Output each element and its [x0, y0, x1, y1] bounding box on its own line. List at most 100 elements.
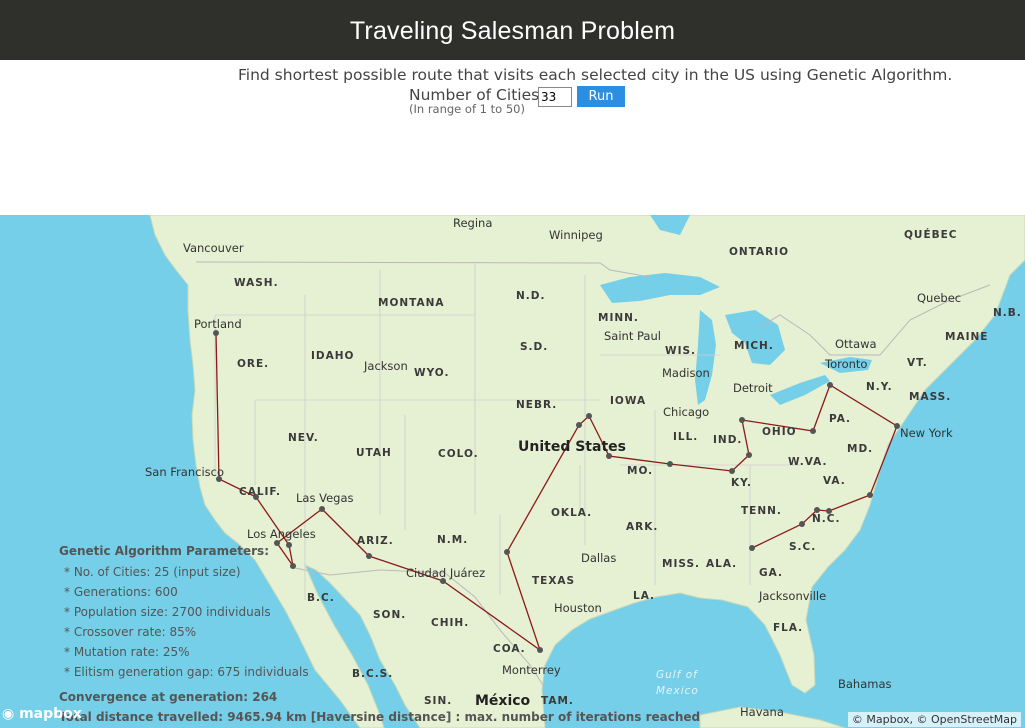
- map-label-ohio: OHIO: [762, 426, 797, 438]
- map-label-colo: COLO.: [438, 448, 479, 460]
- map-label-bcs: B.C.S.: [352, 668, 394, 680]
- city-node: [537, 647, 543, 653]
- map-label-mexico: México: [475, 693, 531, 709]
- map-label-dallas: Dallas: [581, 551, 617, 565]
- city-node: [504, 549, 510, 555]
- map-label-chicago: Chicago: [663, 405, 710, 419]
- map-label-jackson: Jackson: [364, 359, 408, 373]
- map-label-nm: N.M.: [437, 534, 469, 546]
- map-label-tenn: TENN.: [741, 505, 782, 517]
- range-hint: (In range of 1 to 50): [409, 102, 525, 116]
- city-node: [586, 413, 592, 419]
- map-label-sc: S.C.: [789, 541, 817, 553]
- map-label-ala: ALA.: [706, 558, 738, 570]
- map-label-montana: MONTANA: [378, 297, 445, 309]
- run-button[interactable]: Run: [577, 86, 625, 107]
- map-label-detroit: Detroit: [733, 381, 773, 395]
- map-label-okla: OKLA.: [551, 507, 593, 519]
- param-item: * Population size: 2700 individuals: [64, 605, 271, 619]
- map-label-mo: MO.: [627, 465, 654, 477]
- param-item: * Elitism generation gap: 675 individual…: [64, 665, 309, 679]
- map-label-tam: TAM.: [541, 695, 574, 707]
- map-label-united-states: United States: [518, 439, 626, 455]
- city-node: [799, 521, 805, 527]
- map-label-idaho: IDAHO: [311, 350, 355, 362]
- map-label-va: VA.: [823, 475, 846, 487]
- mapbox-logo[interactable]: ◉ mapbox: [2, 706, 82, 722]
- map-label-las-vegas: Las Vegas: [296, 491, 354, 505]
- cities-count-input[interactable]: [538, 87, 572, 107]
- map-label-ind: IND.: [713, 434, 743, 446]
- map-label-madison: Madison: [662, 366, 710, 380]
- city-node: [290, 563, 296, 569]
- city-node: [749, 545, 755, 551]
- map-label-nc: N.C.: [812, 513, 841, 525]
- params-title: Genetic Algorithm Parameters:: [59, 544, 269, 558]
- map-label-coa: COA.: [493, 643, 526, 655]
- map-label-monterrey: Monterrey: [502, 663, 561, 677]
- map-label-wis: WIS.: [665, 345, 697, 357]
- map-label-miss: MISS.: [662, 558, 700, 570]
- map-attribution[interactable]: © Mapbox, © OpenStreetMap: [847, 712, 1021, 727]
- city-node: [319, 506, 325, 512]
- map-label-nd: N.D.: [516, 290, 546, 302]
- map-label-ottawa: Ottawa: [835, 337, 877, 351]
- total-distance-text: Total distance travelled: 9465.94 km [Ha…: [59, 710, 701, 724]
- map-label-pa: PA.: [829, 413, 852, 425]
- map-label-fla: FLA.: [773, 622, 804, 634]
- map-label-portland: Portland: [194, 317, 242, 331]
- map-label-quebec-prov: QUÉBEC: [904, 229, 958, 241]
- map-label-ariz: ARIZ.: [357, 535, 394, 547]
- map-label-ciudad-juarez: Ciudad Juárez: [406, 566, 486, 580]
- map-label-ky: KY.: [731, 477, 752, 489]
- city-node: [576, 422, 582, 428]
- page-title: Traveling Salesman Problem: [349, 17, 676, 45]
- map-label-ny: N.Y.: [866, 381, 893, 393]
- map-label-los-angeles: Los Angeles: [247, 527, 316, 541]
- city-node: [366, 553, 372, 559]
- convergence-text: Convergence at generation: 264: [59, 690, 278, 704]
- map-label-gulf-line1: Gulf of: [656, 669, 698, 681]
- city-node: [729, 468, 735, 474]
- map-label-vt: VT.: [907, 357, 928, 369]
- map-label-sd: S.D.: [520, 341, 549, 353]
- map-label-ill: ILL.: [673, 431, 699, 443]
- map-label-winnipeg: Winnipeg: [549, 228, 603, 242]
- city-node: [810, 428, 816, 434]
- map-label-toronto: Toronto: [825, 357, 868, 371]
- map-label-quebec-city: Quebec: [917, 291, 962, 305]
- app-header: Traveling Salesman Problem: [0, 0, 1025, 60]
- mapbox-logo-icon: ◉: [2, 706, 15, 722]
- param-item: * Crossover rate: 85%: [64, 625, 197, 639]
- map-label-nebr: NEBR.: [516, 399, 558, 411]
- city-node: [739, 417, 745, 423]
- param-item: * No. of Cities: 25 (input size): [64, 565, 241, 579]
- map-label-texas: TEXAS: [532, 575, 576, 587]
- mapbox-logo-text: mapbox: [19, 706, 82, 722]
- map-label-minn: MINN.: [598, 312, 639, 324]
- map-label-nev: NEV.: [288, 432, 319, 444]
- param-item: * Mutation rate: 25%: [64, 645, 190, 659]
- map-label-wva: W.VA.: [788, 456, 828, 468]
- map-label-son: SON.: [373, 609, 407, 621]
- map-label-calif: CALIF.: [239, 486, 282, 498]
- city-node: [286, 542, 292, 548]
- map-label-bahamas: Bahamas: [838, 677, 892, 691]
- map-label-la: LA.: [633, 590, 656, 602]
- param-item: * Generations: 600: [64, 585, 178, 599]
- ga-parameters-panel: Genetic Algorithm Parameters: * No. of C…: [59, 544, 700, 724]
- map-label-chih: CHIH.: [431, 617, 470, 629]
- map-label-mass: MASS.: [909, 391, 952, 403]
- map-label-iowa: IOWA: [610, 395, 647, 407]
- map-label-jacksonville: Jacksonville: [759, 589, 827, 603]
- city-node: [746, 452, 752, 458]
- map-label-houston: Houston: [554, 601, 602, 615]
- map-label-ga: GA.: [759, 567, 783, 579]
- map-label-new-york: New York: [900, 426, 953, 440]
- map-label-ore: ORE.: [237, 358, 270, 370]
- map-label-havana: Havana: [740, 705, 784, 719]
- map-label-ark: ARK.: [626, 521, 659, 533]
- map-label-regina: Regina: [453, 216, 493, 230]
- map-label-wash: WASH.: [234, 277, 279, 289]
- map-label-maine: MAINE: [945, 331, 989, 343]
